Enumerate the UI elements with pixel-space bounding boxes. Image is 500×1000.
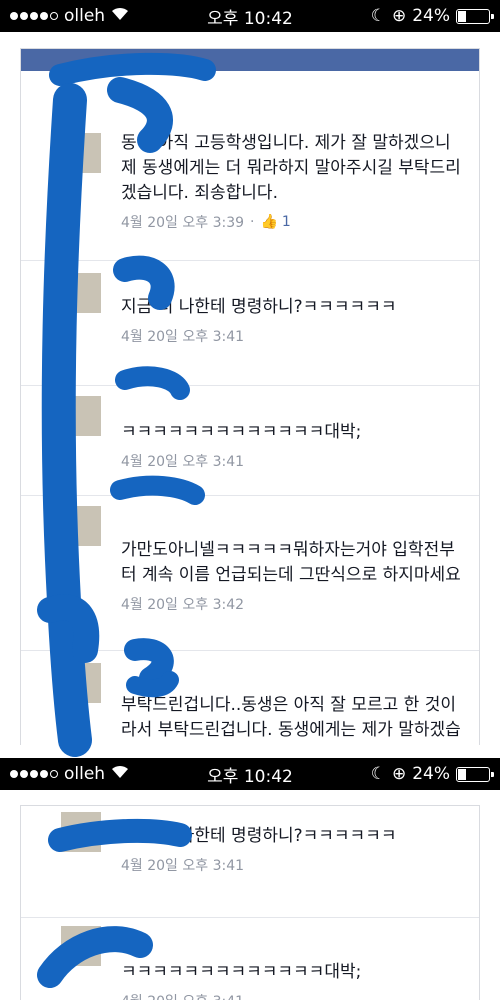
status-left: olleh: [10, 764, 129, 784]
status-left: olleh: [10, 6, 129, 26]
comment-item: ㅋㅋㅋㅋㅋㅋㅋㅋㅋㅋㅋㅋㅋ대박; 4월 20일 오후 3:41: [21, 386, 479, 496]
battery-percent: 24%: [412, 764, 450, 784]
comment-item: 지금 너 나한테 명령하니?ㅋㅋㅋㅋㅋㅋ 4월 20일 오후 3:41: [21, 261, 479, 386]
comment-meta: 4월 20일 오후 3:39 · 👍 1: [121, 212, 291, 232]
comment-time[interactable]: 4월 20일 오후 3:41: [121, 326, 244, 346]
comment-meta: 4월 20일 오후 3:41: [121, 451, 467, 471]
comment-item: ㅋㅋㅋㅋㅋㅋㅋㅋㅋㅋㅋㅋㅋ대박; 4월 20일 오후 3:41: [21, 918, 479, 1000]
status-bar: olleh 오후 10:42 ☾ ⊕ 24%: [0, 0, 500, 32]
comment-text: ㅋㅋㅋㅋㅋㅋㅋㅋㅋㅋㅋㅋㅋ대박;: [121, 422, 362, 442]
comment-item: 부탁드린겁니다..동생은 아직 잘 모르고 한 것이라서 부탁드린겁니다. 동생…: [21, 651, 479, 745]
signal-icon: [10, 12, 58, 20]
comment-thread: 동생 아직 고등학생입니다. 제가 잘 말하겠으니 제 동생에게는 더 뭐라하지…: [20, 48, 480, 746]
battery-percent: 24%: [412, 6, 450, 26]
comment-text: 부탁드린겁니다..동생은 아직 잘 모르고 한 것이라서 부탁드린겁니다. 동생…: [121, 695, 461, 740]
wifi-icon: [111, 764, 129, 784]
battery-icon: [456, 766, 494, 782]
avatar[interactable]: [61, 396, 101, 436]
moon-icon: ☾: [370, 764, 386, 784]
avatar[interactable]: [61, 506, 101, 546]
avatar[interactable]: [61, 926, 101, 966]
screenshot-separator: [0, 745, 500, 758]
comment-text: 가만도아니넬ㅋㅋㅋㅋㅋ뭐하자는거야 입학전부터 계속 이름 언급되는데 그딴식으…: [121, 540, 461, 585]
comment-time[interactable]: 4월 20일 오후 3:41: [121, 855, 244, 875]
comment-text: 동생 아직 고등학생입니다. 제가 잘 말하겠으니 제 동생에게는 더 뭐라하지…: [121, 133, 461, 203]
comment-thread: 지금 너 나한테 명령하니?ㅋㅋㅋㅋㅋㅋ 4월 20일 오후 3:41 ㅋㅋㅋㅋ…: [20, 805, 480, 1000]
comment-time[interactable]: 4월 20일 오후 3:39: [121, 212, 244, 232]
comment-meta: 4월 20일 오후 3:41: [121, 991, 467, 1000]
wifi-icon: [111, 6, 129, 26]
like-count[interactable]: 👍 1: [260, 214, 290, 230]
carrier-label: olleh: [64, 6, 106, 26]
comment-item: 가만도아니넬ㅋㅋㅋㅋㅋ뭐하자는거야 입학전부터 계속 이름 언급되는데 그딴식으…: [21, 496, 479, 651]
comment-text: 지금 너 나한테 명령하니?ㅋㅋㅋㅋㅋㅋ: [121, 826, 397, 846]
comment-text: 지금 너 나한테 명령하니?ㅋㅋㅋㅋㅋㅋ: [121, 297, 397, 317]
thumbs-up-icon: 👍: [260, 214, 278, 230]
battery-icon: [456, 8, 494, 24]
comment-time[interactable]: 4월 20일 오후 3:41: [121, 991, 244, 1000]
comment-time[interactable]: 4월 20일 오후 3:41: [121, 451, 244, 471]
status-right: ☾ ⊕ 24%: [370, 764, 494, 784]
carrier-label: olleh: [64, 764, 106, 784]
avatar[interactable]: [61, 273, 101, 313]
comment-meta: 4월 20일 오후 3:41: [121, 326, 467, 346]
comment-meta: 4월 20일 오후 3:42: [121, 594, 467, 614]
facebook-header-bar: [21, 49, 479, 71]
moon-icon: ☾: [370, 6, 386, 26]
avatar[interactable]: [61, 812, 101, 852]
comment-time[interactable]: 4월 20일 오후 3:42: [121, 594, 244, 614]
status-bar: olleh 오후 10:42 ☾ ⊕ 24%: [0, 758, 500, 790]
comment-item: 동생 아직 고등학생입니다. 제가 잘 말하겠으니 제 동생에게는 더 뭐라하지…: [21, 71, 479, 261]
comment-meta: 4월 20일 오후 3:41: [121, 855, 467, 875]
rotation-lock-icon: ⊕: [391, 6, 407, 26]
comment-item: 지금 너 나한테 명령하니?ㅋㅋㅋㅋㅋㅋ 4월 20일 오후 3:41: [21, 806, 479, 918]
avatar[interactable]: [61, 663, 101, 703]
status-right: ☾ ⊕ 24%: [370, 6, 494, 26]
rotation-lock-icon: ⊕: [391, 764, 407, 784]
signal-icon: [10, 770, 58, 778]
avatar[interactable]: [61, 133, 101, 173]
comment-text: ㅋㅋㅋㅋㅋㅋㅋㅋㅋㅋㅋㅋㅋ대박;: [121, 962, 362, 982]
